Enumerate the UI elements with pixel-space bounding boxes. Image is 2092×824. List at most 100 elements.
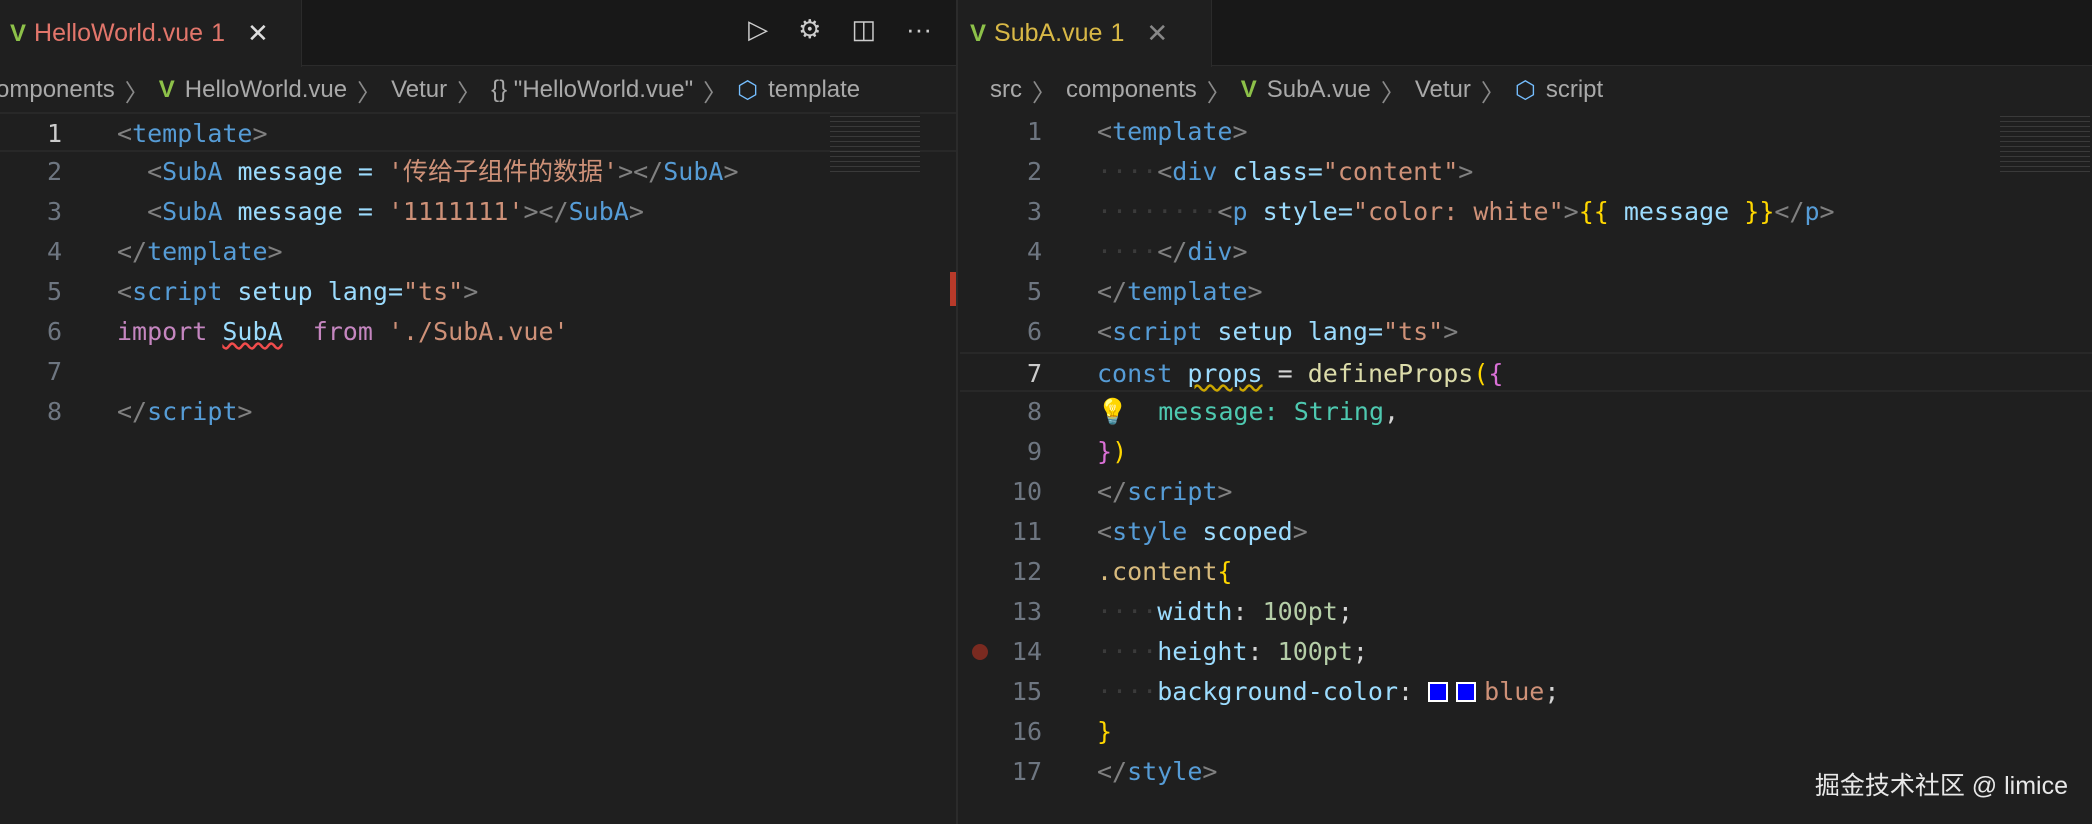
code-token: message: [1158,397,1294,426]
code-line[interactable]: 5 <script setup lang="ts"> [0,272,956,312]
minimap[interactable] [830,112,920,172]
color-swatch[interactable] [1456,682,1477,702]
code-line[interactable]: 6 import SubA from './SubA.vue' [0,312,956,352]
minimap[interactable] [2000,112,2090,172]
breadcrumb-item[interactable]: HelloWorld.vue [185,76,347,104]
code-token: import [117,317,223,346]
code-token: String [1293,397,1385,426]
code-line[interactable]: 1 <template> [960,112,2092,152]
line-number: 3 [1026,197,1042,226]
code-token: < [117,119,133,148]
breadcrumb-item[interactable]: Vetur [1415,76,1471,104]
code-token: < [1097,517,1113,546]
code-editor[interactable]: 1 <template> 2 <SubA message = '传给子组件的数据'>… [0,112,956,432]
code-line[interactable]: 7 const props = defineProps({ [960,352,2092,392]
vue-icon: V [970,19,987,47]
line-text: <template> [1097,112,1248,152]
code-token: > [723,157,739,186]
code-token: > [1443,317,1459,346]
tab-helloworld-vue[interactable]: V HelloWorld.vue 1 ✕ [0,0,302,67]
code-line[interactable]: 8 💡 message: String, [960,392,2092,432]
breadcrumb-item[interactable]: SubA.vue [1267,76,1371,104]
code-token: ···· [1097,237,1158,266]
code-line[interactable]: 5 </template> [960,272,2092,312]
code-token: ; [1544,677,1560,706]
code-line[interactable]: 3 ········<p style="color: white">{{ mess… [960,192,2092,232]
code-line[interactable]: 6 <script setup lang="ts"> [960,312,2092,352]
code-token: , [1384,397,1400,426]
line-number: 2 [1026,157,1042,186]
code-token: SubA [222,317,283,346]
color-swatch[interactable] [1428,682,1449,702]
lightbulb-icon[interactable]: 💡 [1097,397,1128,426]
code-token: setup lang= [222,277,403,306]
code-token: </ [1157,237,1188,266]
code-line[interactable]: 11 <style scoped> [960,512,2092,552]
breakpoint-icon[interactable] [972,644,988,660]
code-line[interactable]: 7 [0,352,956,392]
code-token: : [1232,597,1263,626]
line-text: <SubA message = '1111111'></SubA> [117,192,644,232]
code-line[interactable]: 16} [960,712,2092,752]
code-token: { [1488,359,1504,388]
code-token: > [252,119,268,148]
more-icon[interactable]: ··· [906,14,932,45]
line-text: }) [1097,432,1127,472]
code-line[interactable]: 2 <SubA message = '传给子组件的数据'></SubA> [0,152,956,192]
close-icon[interactable]: ✕ [1146,18,1168,49]
code-token: props [1187,359,1263,388]
breadcrumb-item[interactable]: components [1066,76,1197,104]
code-line[interactable]: 3 <SubA message = '1111111'></SubA> [0,192,956,232]
code-line[interactable]: 12 .content{ [960,552,2092,592]
code-token: > [1292,517,1308,546]
line-text: <template> [117,114,268,154]
run-icon[interactable]: ▷ [748,14,768,45]
line-text: </script> [117,392,252,432]
code-token: } [1097,717,1113,746]
code-token: < [147,157,163,186]
line-text: <style scoped> [1097,512,1308,552]
code-token: './SubA.vue' [387,317,569,346]
code-line[interactable]: 14 ····height: 100pt; [960,632,2092,672]
line-number: 10 [1011,477,1042,506]
line-number: 4 [1026,237,1042,266]
line-text: <SubA message = '传给子组件的数据'></SubA> [117,152,739,192]
code-token: template [1127,277,1248,306]
breadcrumb-item[interactable]: script [1546,76,1603,104]
code-line[interactable]: 2 ····<div class="content"> [960,152,2092,192]
code-line[interactable]: 4 ····</div> [960,232,2092,272]
device-gear-icon[interactable]: ⚙ [798,14,821,45]
code-line[interactable]: 13 ····width: 100pt; [960,592,2092,632]
code-line[interactable]: 8 </script> [0,392,956,432]
code-token: blue [1484,677,1545,706]
code-line[interactable]: 10 </script> [960,472,2092,512]
line-number: 14 [1011,637,1042,666]
close-icon[interactable]: ✕ [247,18,269,49]
code-token: > [1202,757,1218,786]
code-token: script [132,277,223,306]
breadcrumb-item[interactable]: {} "HelloWorld.vue" [491,76,693,104]
code-line[interactable]: 15 ····background-color: blue; [960,672,2092,712]
line-number: 11 [1011,517,1042,546]
line-text: const props = defineProps({ [1097,354,1503,394]
line-text: ····<div class="content"> [1097,152,1473,192]
cube-icon: ⬡ [1514,76,1536,104]
breadcrumb-item[interactable]: src [990,76,1022,104]
breadcrumb-item[interactable]: Vetur [391,76,447,104]
breadcrumb-item[interactable]: template [768,76,860,104]
breadcrumb-item[interactable]: omponents [0,76,115,104]
tab-suba-vue[interactable]: V SubA.vue 1 ✕ [960,0,1212,67]
code-line[interactable]: 4 </template> [0,232,956,272]
code-token: message = [222,157,388,186]
code-token: style= [1247,197,1353,226]
code-line[interactable]: 9}) [960,432,2092,472]
split-editor-icon[interactable]: ◫ [851,14,876,45]
code-editor[interactable]: 1 <template> 2 ····<div class="content"> 3 ··… [960,112,2092,792]
code-token: background-color [1157,677,1399,706]
left-editor-group: V HelloWorld.vue 1 ✕ ▷ ⚙ ◫ ··· omponents… [0,0,958,824]
code-line[interactable]: 1 <template> [0,112,956,152]
line-number: 9 [1026,437,1042,466]
code-token: script [1112,317,1203,346]
